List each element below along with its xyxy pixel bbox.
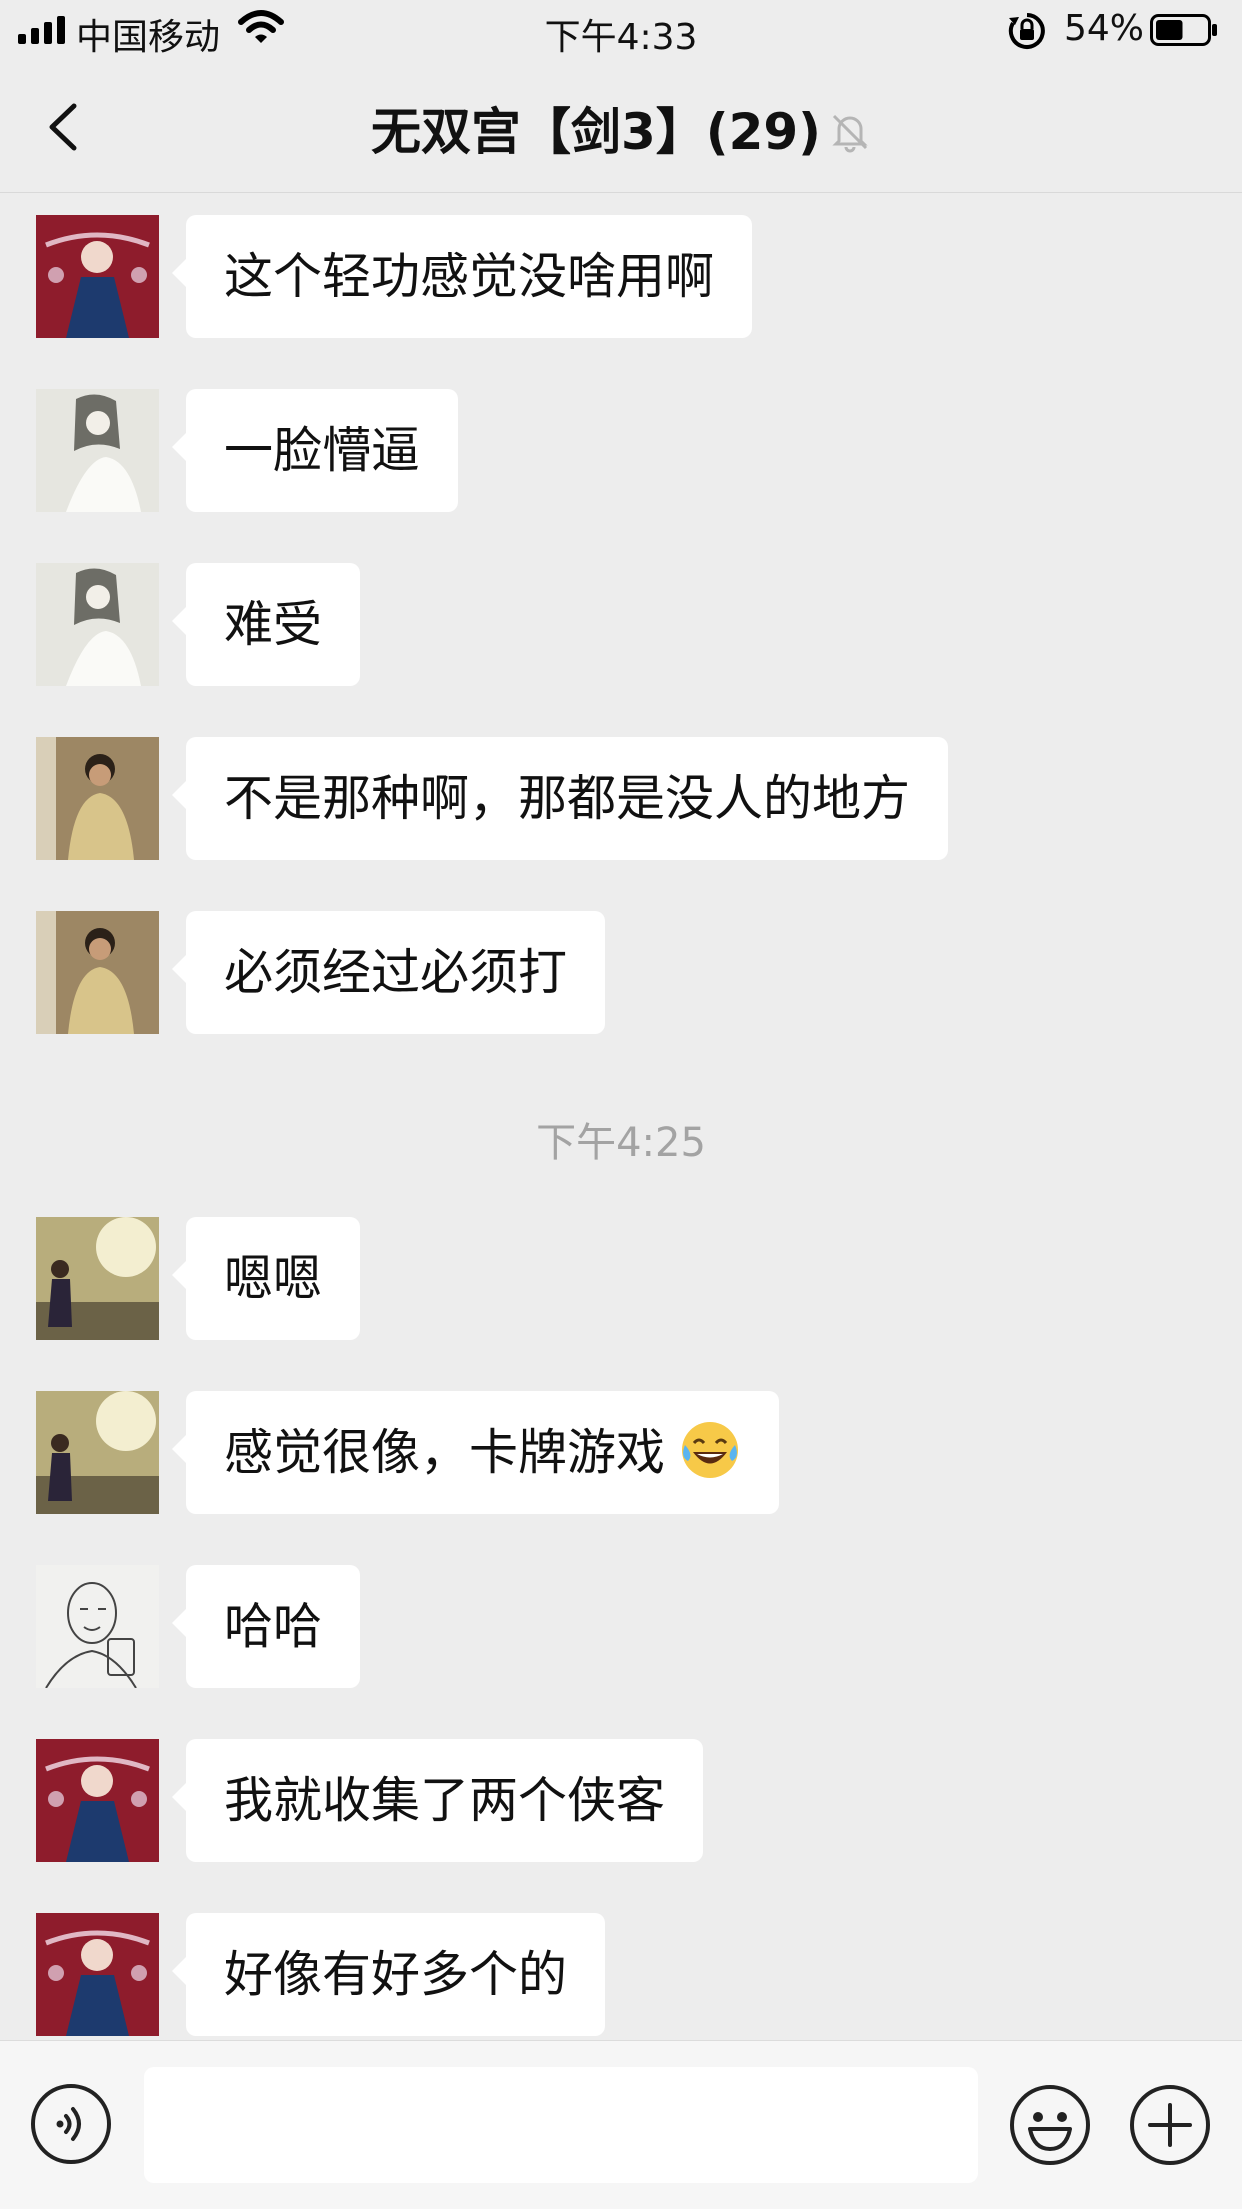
message-row: 难受	[0, 563, 1242, 687]
red-warrior-avatar[interactable]	[36, 1913, 159, 2036]
message-text: 我就收集了两个侠客	[224, 1772, 666, 1829]
message-text: 哈哈	[224, 1598, 323, 1655]
message-text: 这个轻功感觉没啥用啊	[224, 248, 715, 305]
chat-title-area[interactable]: 无双宫【剑3】(29)	[0, 92, 1242, 164]
red-warrior-avatar[interactable]	[36, 215, 159, 338]
message-bubble[interactable]: 感觉很像，卡牌游戏	[171, 1391, 780, 1514]
message-row: 好像有好多个的	[0, 1913, 1242, 2037]
sketch-face-avatar[interactable]	[36, 1565, 159, 1688]
plus-icon[interactable]	[1128, 2083, 1212, 2167]
status-bar: 中国移动 下午4:33 54%	[0, 0, 1242, 62]
status-time: 下午4:33	[544, 17, 698, 58]
message-row: 我就收集了两个侠客	[0, 1739, 1242, 1863]
message-bubble[interactable]: 我就收集了两个侠客	[171, 1739, 704, 1862]
message-row: 一脸懵逼	[0, 389, 1242, 513]
chat-title: 无双宫【剑3】(29)	[370, 103, 822, 161]
ink-painting-avatar[interactable]	[36, 389, 159, 512]
message-text: 嗯嗯	[224, 1250, 323, 1307]
ink-painting-avatar[interactable]	[36, 563, 159, 686]
rotation-lock-icon	[1008, 13, 1045, 49]
message-bubble[interactable]: 难受	[171, 563, 361, 686]
message-row: 哈哈	[0, 1565, 1242, 1689]
message-bubble[interactable]: 一脸懵逼	[171, 389, 459, 512]
message-text: 感觉很像，卡牌游戏	[224, 1424, 666, 1481]
time-separator: 下午4:25	[536, 1120, 706, 1166]
message-input[interactable]	[144, 2067, 978, 2183]
message-row: 感觉很像，卡牌游戏	[0, 1391, 1242, 1515]
message-bubble[interactable]: 嗯嗯	[171, 1217, 361, 1340]
message-row: 不是那种啊，那都是没人的地方	[0, 737, 1242, 861]
message-bubble[interactable]: 这个轻功感觉没啥用啊	[171, 215, 753, 338]
emoji-icon[interactable]	[1008, 2083, 1092, 2167]
outdoor-photo-avatar[interactable]	[36, 1391, 159, 1514]
muted-bell-icon	[832, 114, 868, 153]
red-warrior-avatar[interactable]	[36, 1739, 159, 1862]
outdoor-photo-avatar[interactable]	[36, 1217, 159, 1340]
message-text: 难受	[224, 596, 323, 653]
mirror-selfie-avatar[interactable]	[36, 911, 159, 1034]
message-row: 嗯嗯	[0, 1217, 1242, 1341]
message-text: 必须经过必须打	[224, 944, 568, 1001]
message-bubble[interactable]: 不是那种啊，那都是没人的地方	[171, 737, 949, 860]
message-row: 必须经过必须打	[0, 911, 1242, 1035]
message-bubble[interactable]: 哈哈	[171, 1565, 361, 1688]
message-text: 一脸懵逼	[224, 422, 421, 479]
battery-percent: 54%	[1064, 8, 1145, 49]
battery-icon	[1150, 14, 1217, 46]
message-text: 不是那种啊，那都是没人的地方	[224, 770, 911, 827]
voice-icon[interactable]	[30, 2083, 112, 2165]
tears-of-joy-emoji-icon	[682, 1422, 739, 1478]
mirror-selfie-avatar[interactable]	[36, 737, 159, 860]
nav-bar: 无双宫【剑3】(29)	[0, 62, 1242, 193]
message-text: 好像有好多个的	[224, 1946, 568, 2003]
message-bubble[interactable]: 好像有好多个的	[171, 1913, 606, 2036]
message-bubble[interactable]: 必须经过必须打	[171, 911, 606, 1034]
message-row: 这个轻功感觉没啥用啊	[0, 215, 1242, 339]
input-bar	[0, 2040, 1242, 2209]
